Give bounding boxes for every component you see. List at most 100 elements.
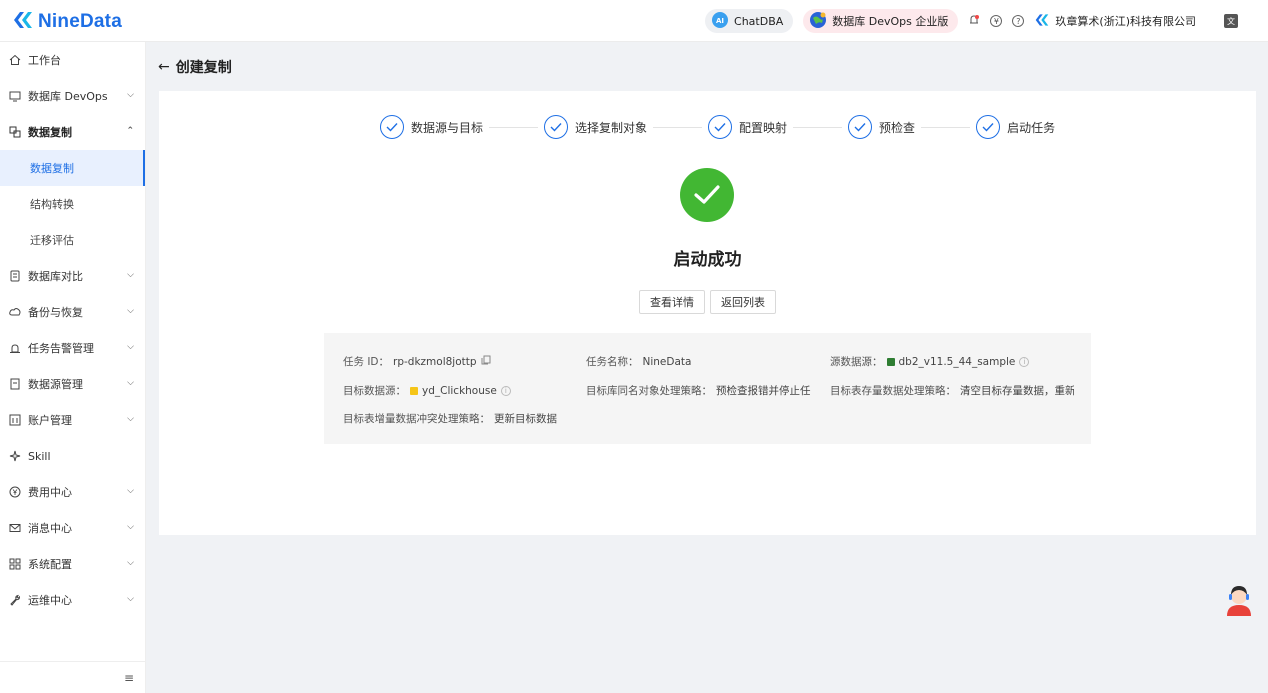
step-label: 预检查 <box>879 120 916 135</box>
logo[interactable]: NineData <box>12 10 122 33</box>
mail-icon <box>9 522 21 534</box>
sidebar-item-workbench[interactable]: 工作台 <box>0 42 145 78</box>
datasource-icon <box>9 378 21 390</box>
chevron-down-icon: ⌵ <box>127 90 134 100</box>
sidebar-item-alarm[interactable]: 任务告警管理 ⌵ <box>0 330 145 366</box>
target-value: yd_Clickhouse <box>422 384 497 397</box>
sidebar-item-label: 运维中心 <box>28 594 72 607</box>
sidebar-item-label: 数据源管理 <box>28 378 83 391</box>
chevron-down-icon: ⌵ <box>127 522 134 532</box>
source-label: 源数据源： <box>830 356 883 368</box>
skill-icon <box>9 450 21 462</box>
sidebar-item-system-config[interactable]: 系统配置 ⌵ <box>0 546 145 582</box>
info-icon[interactable]: i <box>1019 356 1030 367</box>
monitor-icon <box>9 90 21 102</box>
sidebar-item-datasource[interactable]: 数据源管理 ⌵ <box>0 366 145 402</box>
alarm-icon <box>9 342 21 354</box>
sidebar-item-messages[interactable]: 消息中心 ⌵ <box>0 510 145 546</box>
step-mapping: 配置映射 <box>708 115 787 139</box>
notification-icon[interactable] <box>968 14 980 29</box>
ai-icon: AI <box>711 11 729 32</box>
globe-icon <box>809 11 827 32</box>
home-icon <box>9 54 21 66</box>
copy-icon[interactable] <box>481 355 491 368</box>
same-name-policy-field: 目标库同名对象处理策略： 预检查报错并停止任务 <box>586 383 811 398</box>
task-id-label: 任务 ID： <box>343 356 390 368</box>
devops-label: 数据库 DevOps 企业版 <box>832 15 949 28</box>
help-icon[interactable]: ? <box>1012 15 1025 27</box>
clickhouse-icon <box>410 386 418 395</box>
source-datasource-field: 源数据源： db2_v11.5_44_sample i <box>830 354 1030 369</box>
target-label: 目标数据源： <box>343 385 406 397</box>
back-arrow-icon[interactable]: ← <box>158 59 170 75</box>
info-icon[interactable]: i <box>500 385 511 396</box>
existing-data-label: 目标表存量数据处理策略： <box>830 385 956 397</box>
same-name-label: 目标库同名对象处理策略： <box>586 385 712 397</box>
target-datasource-field: 目标数据源： yd_Clickhouse i <box>343 383 511 398</box>
progress-steps: 数据源与目标 选择复制对象 配置映射 预检查 启动任务 <box>380 114 1055 140</box>
compare-icon <box>9 270 21 282</box>
sidebar-subitem-schema-convert[interactable]: 结构转换 <box>0 186 145 222</box>
sidebar-item-compare[interactable]: 数据库对比 ⌵ <box>0 258 145 294</box>
collapse-menu-icon: ≡ <box>123 671 134 685</box>
backup-icon <box>9 306 21 318</box>
task-name-field: 任务名称： NineData <box>586 354 691 369</box>
support-assistant-icon[interactable] <box>1224 582 1254 616</box>
chatdba-button[interactable]: AI ChatDBA <box>705 9 794 33</box>
step-label: 数据源与目标 <box>411 120 484 135</box>
step-connector <box>653 126 703 128</box>
sidebar-collapse-button[interactable]: ≡ <box>0 661 146 693</box>
task-name-label: 任务名称： <box>586 356 639 368</box>
check-icon <box>708 115 733 139</box>
yen-icon[interactable]: ¥ <box>990 15 1003 27</box>
same-name-value: 预检查报错并停止任务 <box>716 385 811 397</box>
sidebar-subitem-replication[interactable]: 数据复制 <box>0 150 145 186</box>
sidebar-item-label: 费用中心 <box>28 486 72 499</box>
chevron-down-icon: ⌵ <box>127 558 134 568</box>
sidebar-item-ops[interactable]: 运维中心 ⌵ <box>0 582 145 618</box>
step-label: 选择复制对象 <box>575 120 648 135</box>
chevron-down-icon: ⌵ <box>127 414 134 424</box>
sidebar: 工作台 数据库 DevOps ⌵ 数据复制 ⌃ 数据复制 结构转换 迁移评估 数… <box>0 42 146 693</box>
check-icon <box>380 115 404 139</box>
back-to-list-button[interactable]: 返回列表 <box>710 290 776 314</box>
source-value: db2_v11.5_44_sample <box>898 355 1016 368</box>
view-details-button[interactable]: 查看详情 <box>639 290 705 314</box>
company-name: 玖章算术(浙江)科技有限公司 <box>1055 15 1196 28</box>
sidebar-item-devops[interactable]: 数据库 DevOps ⌵ <box>0 78 145 114</box>
sidebar-item-label: 消息中心 <box>28 522 72 535</box>
company-switcher[interactable]: 玖章算术(浙江)科技有限公司 <box>1034 13 1196 30</box>
top-header: NineData AI ChatDBA 数据库 DevOps 企业版 ¥ ? 玖… <box>0 0 1268 42</box>
ninedata-logo-icon <box>12 10 34 33</box>
step-start-task: 启动任务 <box>976 115 1055 139</box>
sidebar-item-label: Skill <box>28 449 51 463</box>
step-connector <box>489 126 539 128</box>
step-source-target: 数据源与目标 <box>380 115 483 139</box>
svg-text:AI: AI <box>716 17 724 25</box>
task-info-panel: 任务 ID： rp-dkzmol8jottp 任务名称： NineData 源数… <box>324 333 1091 444</box>
language-icon[interactable]: 文 <box>1224 14 1238 28</box>
sidebar-item-label: 系统配置 <box>28 558 72 571</box>
step-precheck: 预检查 <box>848 115 915 139</box>
yen-icon <box>9 486 21 498</box>
step-label: 配置映射 <box>739 120 788 135</box>
sidebar-item-label: 数据库对比 <box>28 270 83 283</box>
sidebar-item-skill[interactable]: Skill <box>0 438 145 474</box>
chevron-down-icon: ⌵ <box>127 594 134 604</box>
sidebar-item-billing[interactable]: 费用中心 ⌵ <box>0 474 145 510</box>
sidebar-item-account[interactable]: 账户管理 ⌵ <box>0 402 145 438</box>
existing-data-policy-field: 目标表存量数据处理策略： 清空目标存量数据，重新写入 <box>830 383 1074 398</box>
sidebar-item-label: 数据复制 <box>28 126 72 139</box>
devops-edition-button[interactable]: 数据库 DevOps 企业版 <box>803 9 959 33</box>
success-title: 启动成功 <box>673 250 742 270</box>
sidebar-subitem-migration-assess[interactable]: 迁移评估 <box>0 222 145 258</box>
success-check-icon <box>680 168 734 222</box>
sidebar-item-backup[interactable]: 备份与恢复 ⌵ <box>0 294 145 330</box>
logo-text: NineData <box>38 10 122 32</box>
chevron-down-icon: ⌵ <box>127 486 134 496</box>
sidebar-item-label: 备份与恢复 <box>28 306 83 319</box>
chatdba-label: ChatDBA <box>734 14 784 28</box>
result-card: 数据源与目标 选择复制对象 配置映射 预检查 启动任务 启动成功 查看详情 返回… <box>159 91 1256 535</box>
sidebar-item-replication[interactable]: 数据复制 ⌃ <box>0 114 145 150</box>
check-icon <box>848 115 873 139</box>
